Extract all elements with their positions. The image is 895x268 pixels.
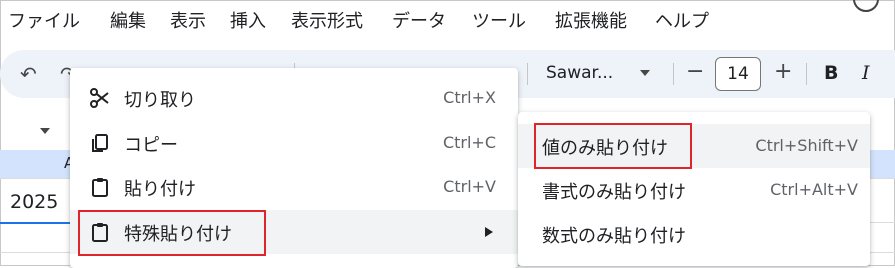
menu-edit[interactable]: 編集	[110, 7, 146, 33]
increase-font-size-button[interactable]: +	[774, 61, 792, 83]
toolbar-divider	[673, 63, 674, 85]
menu-format[interactable]: 表示形式	[291, 7, 363, 33]
highlight-box	[534, 123, 692, 169]
submenu-arrow-icon	[485, 227, 493, 237]
clipboard-icon	[92, 178, 108, 197]
menu-item-copy[interactable]: コピー Ctrl+C	[70, 121, 518, 165]
menu-item-paste-format-only[interactable]: 書式のみ貼り付け Ctrl+Alt+V	[518, 168, 870, 212]
shortcut-text: Ctrl+X	[443, 88, 496, 107]
context-menu: 切り取り Ctrl+X コピー Ctrl+C 貼り付け Ctrl+V 特殊貼り付…	[70, 68, 518, 268]
menu-item-cut[interactable]: 切り取り Ctrl+X	[70, 76, 518, 120]
cell-a1[interactable]: 2025	[10, 191, 58, 213]
font-size-input[interactable]: 14	[715, 57, 761, 91]
decrease-font-size-button[interactable]: −	[686, 61, 704, 83]
paste-special-submenu: 値のみ貼り付け Ctrl+Shift+V 書式のみ貼り付け Ctrl+Alt+V…	[518, 112, 870, 266]
shortcut-text: Ctrl+Shift+V	[755, 136, 858, 155]
menu-item-label: 数式のみ貼り付け	[542, 226, 686, 247]
chevron-down-icon[interactable]	[640, 70, 650, 76]
italic-button[interactable]: I	[862, 62, 870, 84]
menu-bar: ファイル 編集 表示 挿入 表示形式 データ ツール 拡張機能 ヘルプ	[0, 0, 895, 38]
menu-item-label: 書式のみ貼り付け	[542, 182, 686, 203]
menu-insert[interactable]: 挿入	[230, 7, 266, 33]
menu-file[interactable]: ファイル	[8, 7, 80, 33]
undo-icon[interactable]: ↶	[20, 64, 37, 84]
name-box-chevron-icon[interactable]	[40, 128, 50, 134]
toolbar-divider	[806, 63, 807, 85]
menu-item-paste[interactable]: 貼り付け Ctrl+V	[70, 165, 518, 209]
menu-data[interactable]: データ	[392, 7, 446, 33]
highlight-box	[78, 210, 266, 256]
menu-item-label: 切り取り	[124, 90, 196, 111]
menu-tools[interactable]: ツール	[472, 7, 526, 33]
shortcut-text: Ctrl+Alt+V	[770, 180, 858, 199]
menu-item-label: 貼り付け	[124, 179, 196, 200]
copy-icon	[92, 134, 108, 152]
shortcut-text: Ctrl+C	[442, 133, 496, 152]
menu-extensions[interactable]: 拡張機能	[555, 7, 627, 33]
cell-selection-border	[0, 222, 80, 224]
menu-item-paste-formula-only[interactable]: 数式のみ貼り付け	[518, 212, 870, 256]
shortcut-text: Ctrl+V	[443, 177, 496, 196]
bold-button[interactable]: B	[824, 62, 838, 84]
toolbar-divider	[527, 63, 528, 85]
menu-item-label: コピー	[124, 135, 178, 156]
menu-help[interactable]: ヘルプ	[655, 7, 709, 33]
font-family-select[interactable]: Sawar...	[546, 63, 613, 83]
menu-view[interactable]: 表示	[170, 7, 206, 33]
scissors-icon	[90, 88, 109, 108]
